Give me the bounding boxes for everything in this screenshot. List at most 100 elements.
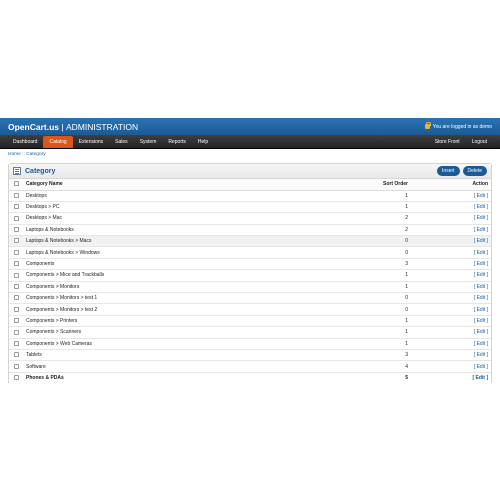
row-checkbox-cell: [9, 315, 23, 328]
row-checkbox[interactable]: [13, 340, 19, 346]
row-checkbox[interactable]: [13, 295, 19, 301]
row-checkbox[interactable]: [13, 318, 19, 324]
edit-link[interactable]: [ Edit ]: [474, 341, 488, 347]
delete-button[interactable]: Delete: [462, 166, 487, 176]
row-checkbox[interactable]: [13, 238, 19, 244]
brand-separator: |: [61, 121, 64, 132]
category-name: Components > Monitors > test 2: [23, 303, 351, 316]
category-table: Category Name Sort Order Action Desktops…: [9, 179, 491, 383]
row-checkbox[interactable]: [13, 272, 19, 278]
nav-item-sales[interactable]: Sales: [109, 136, 134, 148]
table-row: Components > Web Cameras 1 [ Edit ]: [9, 338, 491, 350]
row-checkbox[interactable]: [13, 306, 19, 312]
admin-header: OpenCart.us | ADMINISTRATION You are log…: [0, 118, 500, 136]
edit-link[interactable]: [ Edit ]: [474, 272, 488, 278]
edit-link[interactable]: [ Edit ]: [474, 227, 488, 233]
row-checkbox-cell: [9, 303, 23, 316]
row-checkbox[interactable]: [13, 204, 19, 210]
category-name: Components > Monitors: [23, 281, 351, 294]
action-cell: [ Edit ]: [411, 246, 491, 259]
table-row: Software 4 [ Edit ]: [9, 360, 491, 373]
row-checkbox-cell: [9, 326, 23, 339]
edit-link[interactable]: [ Edit ]: [474, 250, 488, 256]
table-row: Desktops > PC 1 [ Edit ]: [9, 201, 491, 214]
action-cell: [ Edit ]: [411, 190, 491, 202]
select-all-cell: [9, 179, 23, 191]
row-checkbox-cell: [9, 269, 23, 282]
row-checkbox-cell: [9, 338, 23, 350]
row-checkbox-cell: [9, 201, 23, 214]
row-checkbox[interactable]: [13, 363, 19, 369]
row-checkbox-cell: [9, 190, 23, 202]
table-header-row: Category Name Sort Order Action: [9, 179, 491, 191]
sort-order: 1: [351, 326, 411, 339]
edit-link[interactable]: [ Edit ]: [474, 215, 488, 221]
action-cell: [ Edit ]: [411, 338, 491, 350]
edit-link[interactable]: [ Edit ]: [474, 352, 488, 358]
table-row: Desktops > Mac 2 [ Edit ]: [9, 212, 491, 225]
breadcrumb-home[interactable]: Home: [8, 152, 21, 157]
row-checkbox-cell: [9, 224, 23, 237]
sort-order: 0: [351, 235, 411, 248]
table-row: Components > Monitors > test 1 0 [ Edit ]: [9, 292, 491, 305]
row-checkbox-cell: [9, 292, 23, 305]
select-all-checkbox[interactable]: [13, 181, 19, 187]
edit-link[interactable]: [ Edit ]: [474, 204, 488, 210]
row-checkbox[interactable]: [13, 261, 19, 267]
edit-link[interactable]: [ Edit ]: [474, 261, 488, 267]
row-checkbox[interactable]: [13, 215, 19, 221]
row-checkbox-cell: [9, 212, 23, 225]
insert-button[interactable]: Insert: [437, 166, 460, 176]
brand-suffix: ADMINISTRATION: [65, 121, 139, 132]
nav-left: Dashboard Catalog Extensions Sales System Rep…: [7, 136, 214, 148]
page-title-text: Category: [25, 167, 56, 175]
edit-link[interactable]: [ Edit ]: [472, 375, 488, 381]
action-cell: [ Edit ]: [411, 326, 491, 339]
edit-link[interactable]: [ Edit ]: [474, 238, 488, 244]
edit-link[interactable]: [ Edit ]: [474, 318, 488, 324]
action-cell: [ Edit ]: [411, 315, 491, 328]
sort-order: 0: [351, 292, 411, 305]
nav-item-extensions[interactable]: Extensions: [73, 136, 109, 148]
edit-link[interactable]: [ Edit ]: [474, 193, 488, 199]
breadcrumb: Home :: Category: [0, 149, 500, 160]
edit-link[interactable]: [ Edit ]: [474, 284, 488, 290]
row-checkbox[interactable]: [13, 375, 19, 381]
column-category-name[interactable]: Category Name: [23, 179, 351, 191]
category-name: Desktops > PC: [23, 201, 351, 214]
category-name: Components > Scanners: [23, 326, 351, 339]
login-status: You are logged in as demo: [424, 122, 492, 130]
sort-order: 1: [351, 201, 411, 214]
edit-link[interactable]: [ Edit ]: [474, 295, 488, 301]
action-cell: [ Edit ]: [411, 372, 491, 383]
category-name: Components > Monitors > test 1: [23, 292, 351, 305]
edit-link[interactable]: [ Edit ]: [474, 329, 488, 335]
edit-link[interactable]: [ Edit ]: [474, 307, 488, 313]
table-row: Laptops & Notebooks 2 [ Edit ]: [9, 224, 491, 237]
category-list-icon: [13, 167, 21, 175]
row-checkbox[interactable]: [13, 283, 19, 289]
nav-item-catalog[interactable]: Catalog: [43, 136, 73, 148]
page-title: Category: [13, 167, 55, 175]
nav-item-dashboard[interactable]: Dashboard: [7, 136, 43, 148]
panel-header: Category Insert Delete: [9, 164, 491, 179]
category-name: Components > Printers: [23, 315, 351, 328]
nav-item-logout[interactable]: Logout: [466, 136, 493, 148]
brand-title[interactable]: OpenCart.us | ADMINISTRATION: [8, 122, 138, 132]
column-sort-order[interactable]: Sort Order: [351, 179, 411, 191]
nav-item-reports[interactable]: Reports: [162, 136, 192, 148]
row-checkbox[interactable]: [13, 227, 19, 233]
breadcrumb-category[interactable]: Category: [26, 152, 45, 157]
sort-order: 1: [351, 315, 411, 328]
nav-item-help[interactable]: Help: [192, 136, 214, 148]
row-checkbox[interactable]: [13, 192, 19, 198]
category-panel: Category Insert Delete Category Name Sor…: [8, 163, 492, 383]
edit-link[interactable]: [ Edit ]: [474, 364, 488, 370]
row-checkbox-cell: [9, 360, 23, 373]
nav-item-store-front[interactable]: Store Front: [429, 136, 466, 148]
row-checkbox[interactable]: [13, 352, 19, 358]
nav-item-system[interactable]: System: [134, 136, 163, 148]
row-checkbox[interactable]: [13, 249, 19, 255]
sort-order: 4: [351, 360, 411, 373]
row-checkbox[interactable]: [13, 329, 19, 335]
